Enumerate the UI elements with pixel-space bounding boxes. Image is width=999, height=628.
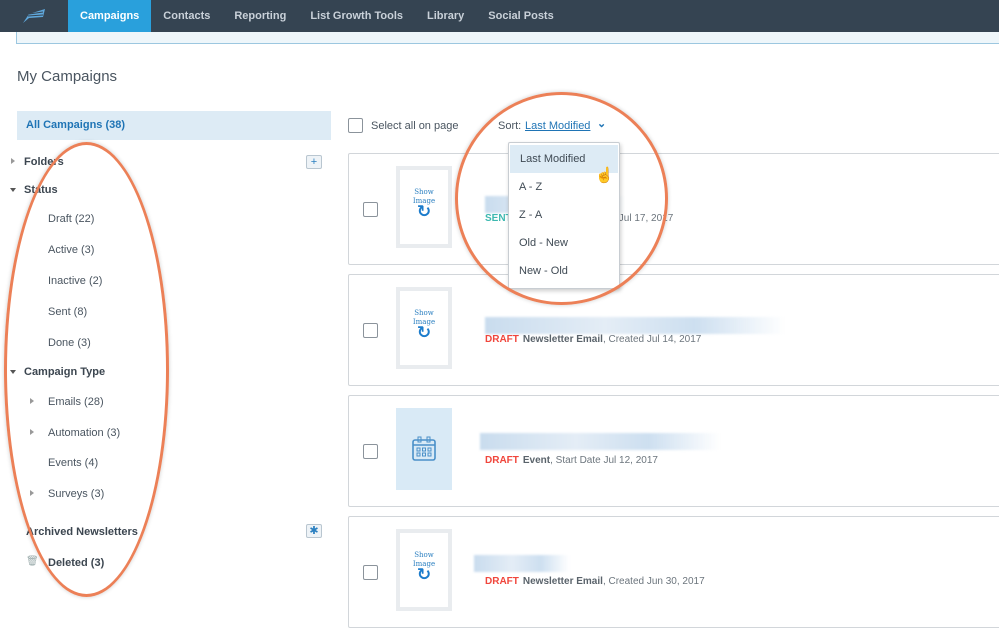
nav-library[interactable]: Library <box>415 0 476 32</box>
campaign-title-redacted[interactable] <box>485 317 785 334</box>
nav-campaigns[interactable]: Campaigns <box>68 0 152 32</box>
sidebar-item-all-campaigns[interactable]: All Campaigns (38) <box>17 111 331 140</box>
campaign-detail: , Created Jul 14, 2017 <box>602 334 702 345</box>
event-thumbnail[interactable] <box>396 408 452 490</box>
nav-social-posts[interactable]: Social Posts <box>476 0 565 32</box>
campaign-card[interactable]: Show Image ↻ DRAFT Newsletter Email, Create… <box>348 516 999 628</box>
show-image-text: Show <box>414 551 434 559</box>
select-all-label: Select all on page <box>371 120 459 132</box>
campaign-thumbnail[interactable]: Show Image ↻ <box>396 529 452 611</box>
campaign-checkbox[interactable] <box>363 444 378 459</box>
settings-button[interactable]: ✱ <box>306 524 322 538</box>
page-title: My Campaigns <box>17 68 118 85</box>
campaign-detail: , Start Date Jul 12, 2017 <box>550 455 658 466</box>
campaign-thumbnail[interactable]: Show Image ↻ <box>396 287 452 369</box>
refresh-icon[interactable]: ↻ <box>400 204 448 221</box>
gear-icon: ✱ <box>309 525 319 537</box>
trash-icon: 🗑 <box>26 556 39 567</box>
show-image-text: Show <box>414 309 434 317</box>
campaign-card[interactable]: Show Image ↻ DRAFT Newsletter Email, Create… <box>348 274 999 386</box>
status-badge: DRAFT <box>485 334 519 345</box>
campaign-detail: , Created Jun 30, 2017 <box>602 576 705 587</box>
campaign-title-redacted[interactable] <box>480 433 720 450</box>
campaign-checkbox[interactable] <box>363 202 378 217</box>
refresh-icon[interactable]: ↻ <box>400 567 448 584</box>
campaign-thumbnail[interactable]: Show Image ↻ <box>396 166 452 248</box>
highlight-circle-sort <box>455 92 668 305</box>
highlight-ellipse-sidebar <box>4 142 169 597</box>
banner <box>16 32 999 44</box>
campaign-checkbox[interactable] <box>363 323 378 338</box>
show-image-text: Show <box>414 188 434 196</box>
calendar-icon <box>412 436 436 461</box>
logo-icon[interactable] <box>0 0 68 32</box>
select-all-checkbox[interactable] <box>348 118 363 133</box>
caret-down-icon[interactable] <box>10 188 16 192</box>
top-nav: Campaigns Contacts Reporting List Growth… <box>0 0 999 32</box>
nav-contacts[interactable]: Contacts <box>151 0 222 32</box>
campaign-card[interactable]: Show Image ↻ SENT nt Jul 17, 2017 <box>348 153 999 265</box>
campaign-title-redacted[interactable] <box>474 555 569 572</box>
campaign-checkbox[interactable] <box>363 565 378 580</box>
campaign-type: Event <box>522 455 551 466</box>
add-folder-button[interactable]: + <box>306 155 322 169</box>
refresh-icon[interactable]: ↻ <box>400 325 448 342</box>
nav-list-growth-tools[interactable]: List Growth Tools <box>298 0 415 32</box>
campaign-card[interactable]: DRAFT Event, Start Date Jul 12, 2017 <box>348 395 999 507</box>
campaign-type: Newsletter Email <box>522 334 603 345</box>
caret-right-icon[interactable] <box>11 158 15 164</box>
status-badge: DRAFT <box>485 455 519 466</box>
nav-reporting[interactable]: Reporting <box>222 0 298 32</box>
campaign-type: Newsletter Email <box>522 576 603 587</box>
status-badge: DRAFT <box>485 576 519 587</box>
